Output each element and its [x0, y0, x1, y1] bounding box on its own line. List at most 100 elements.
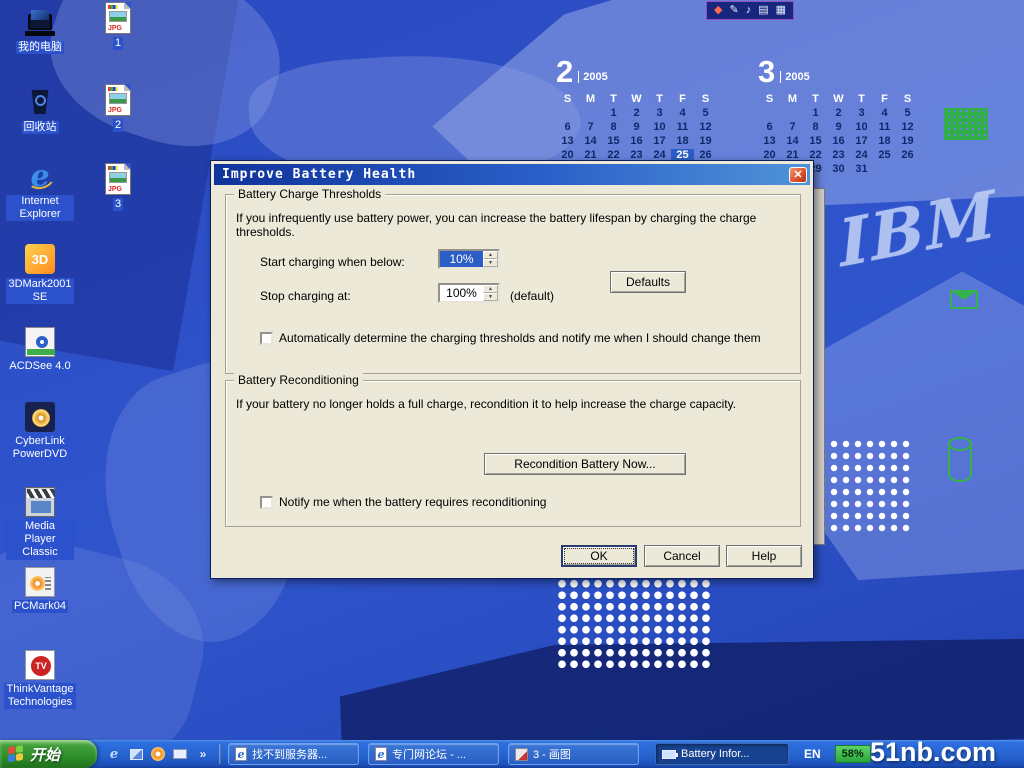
- calendar-day: 9: [827, 121, 850, 133]
- recycle-bin-icon: [24, 86, 56, 118]
- calendar-day: 31: [850, 163, 873, 175]
- calendar-weekday: M: [781, 93, 804, 105]
- group-title: Battery Reconditioning: [234, 373, 363, 387]
- calendar-day: 11: [873, 121, 896, 133]
- taskbar-task-ie-2[interactable]: e 专门网论坛 - ...: [368, 743, 499, 765]
- battery-reconditioning-group: Battery Reconditioning If your battery n…: [225, 380, 801, 527]
- calendar-day: 8: [804, 121, 827, 133]
- calendar-day-empty: [556, 107, 579, 119]
- calendar-day: 14: [781, 135, 804, 147]
- launcher-app-icon-2[interactable]: ✎: [729, 5, 738, 16]
- calendar-day: 18: [873, 135, 896, 147]
- paint-icon: [515, 748, 528, 761]
- calendar-day: 30: [827, 163, 850, 175]
- calendar-day: 5: [896, 107, 919, 119]
- internet-explorer-icon: e: [24, 160, 56, 192]
- cancel-button[interactable]: Cancel: [644, 545, 720, 567]
- calendar-day: 16: [827, 135, 850, 147]
- launcher-app-icon-4[interactable]: ▤: [758, 5, 768, 16]
- task-label: 找不到服务器...: [252, 746, 327, 762]
- desktop-icon-powerdvd[interactable]: CyberLink PowerDVD: [6, 402, 74, 461]
- wallpaper-dots-art: [816, 438, 912, 532]
- spinner-down-icon[interactable]: ▼: [483, 259, 498, 267]
- taskbar-task-ie-1[interactable]: e 找不到服务器...: [228, 743, 359, 765]
- help-button[interactable]: Help: [726, 545, 802, 567]
- calendar-day: 15: [804, 135, 827, 147]
- auto-threshold-checkbox[interactable]: [260, 332, 273, 345]
- battery-percentage-indicator[interactable]: 58%: [835, 745, 871, 763]
- launcher-app-icon-5[interactable]: ▦: [776, 5, 786, 16]
- calendar-day: 12: [694, 121, 717, 133]
- spinner-down-icon[interactable]: ▼: [483, 293, 498, 301]
- desktop-icon-thinkvantage[interactable]: TV ThinkVantage Technologies: [6, 650, 74, 709]
- desktop-icon-internet-explorer[interactable]: e Internet Explorer: [6, 160, 74, 221]
- stop-charging-value[interactable]: 100%: [440, 285, 483, 301]
- calendar-day: 5: [694, 107, 717, 119]
- spinner-up-icon[interactable]: ▲: [483, 285, 498, 293]
- language-indicator[interactable]: EN: [804, 747, 821, 761]
- desktop-icon-label: PCMark04: [12, 600, 68, 613]
- calendar-weekday: W: [827, 93, 850, 105]
- launcher-app-icon-1[interactable]: ◆: [714, 5, 722, 16]
- defaults-button[interactable]: Defaults: [610, 271, 686, 293]
- quick-launch-ie-icon[interactable]: e: [106, 746, 122, 762]
- pcmark04-icon: [25, 567, 55, 597]
- desktop-icon-label: 2: [113, 119, 123, 132]
- start-charging-spinner[interactable]: 10% ▲ ▼: [438, 249, 500, 269]
- close-icon[interactable]: ✕: [789, 167, 807, 183]
- battery-charge-thresholds-group: Battery Charge Thresholds If you infrequ…: [225, 194, 801, 374]
- battery-icon: [662, 750, 676, 759]
- calendar-day: 16: [625, 135, 648, 147]
- quick-launch-media-player-icon[interactable]: [151, 747, 165, 761]
- quick-launch-mail-icon[interactable]: [173, 749, 187, 759]
- start-charging-label: Start charging when below:: [260, 255, 405, 269]
- calendar-day: 9: [625, 121, 648, 133]
- quick-launch-show-desktop-icon[interactable]: [130, 749, 143, 760]
- dialog-titlebar[interactable]: Improve Battery Health ✕: [214, 164, 810, 185]
- stop-charging-label: Stop charging at:: [260, 289, 351, 303]
- calendar-month-number: 2: [556, 57, 573, 86]
- taskbar-task-battery-information[interactable]: Battery Infor...: [655, 743, 789, 765]
- calendar-day: 24: [850, 149, 873, 161]
- desktop-icon-media-player-classic[interactable]: Media Player Classic: [6, 487, 74, 560]
- notify-recondition-row: Notify me when the battery requires reco…: [260, 495, 546, 509]
- spinner-up-icon[interactable]: ▲: [483, 251, 498, 259]
- envelope-art: [950, 290, 978, 309]
- notify-recondition-checkbox[interactable]: [260, 496, 273, 509]
- stop-charging-spinner[interactable]: 100% ▲ ▼: [438, 283, 500, 303]
- desktop-icon-recycle-bin[interactable]: 回收站: [6, 86, 74, 134]
- desktop-icon-3dmark2001[interactable]: 3D 3DMark2001 SE: [6, 243, 74, 304]
- calendar-day: 26: [896, 149, 919, 161]
- desktop-icon-label: CyberLink PowerDVD: [6, 435, 74, 461]
- calendar-month-number: 3: [758, 57, 775, 86]
- start-button-label: 开始: [30, 744, 60, 765]
- desktop-icon-jpg-1[interactable]: JPG 1: [92, 2, 144, 50]
- desktop-icon-jpg-2[interactable]: JPG 2: [92, 84, 144, 132]
- powerdvd-icon: [25, 402, 55, 432]
- quick-launch-more-icon[interactable]: »: [195, 746, 211, 762]
- default-note: (default): [510, 289, 554, 303]
- calendar-weekday: F: [873, 93, 896, 105]
- calendar-day: 3: [850, 107, 873, 119]
- 3dmark2001-icon: 3D: [24, 243, 56, 275]
- taskbar-task-paint[interactable]: 3 - 画图: [508, 743, 639, 765]
- desktop-icon-jpg-3[interactable]: JPG 3: [92, 163, 144, 211]
- windows-flag-icon: [8, 745, 24, 763]
- recondition-battery-button[interactable]: Recondition Battery Now...: [484, 453, 686, 475]
- calendar-day: 4: [873, 107, 896, 119]
- desktop-icon-pcmark04[interactable]: PCMark04: [6, 567, 74, 613]
- calendar-february: 2 2005 SMTWTFS12345678910111213141516171…: [556, 54, 717, 175]
- calendar-weekday: S: [896, 93, 919, 105]
- calendar-weekday: T: [850, 93, 873, 105]
- improve-battery-health-dialog: Improve Battery Health ✕ Battery Charge …: [210, 160, 814, 579]
- calendar-month-header: 2 2005: [556, 54, 717, 86]
- desktop-icon-acdsee[interactable]: ACDSee 4.0: [6, 327, 74, 373]
- launcher-app-icon-3[interactable]: ♪: [746, 5, 752, 16]
- calendar-day: 11: [671, 121, 694, 133]
- desktop-icon-my-computer[interactable]: 我的电脑: [6, 6, 74, 54]
- start-charging-value[interactable]: 10%: [440, 251, 483, 267]
- ok-button[interactable]: OK: [561, 545, 637, 567]
- calendar-day: 18: [671, 135, 694, 147]
- start-button[interactable]: 开始: [0, 740, 97, 768]
- cylinder-art: [946, 436, 974, 484]
